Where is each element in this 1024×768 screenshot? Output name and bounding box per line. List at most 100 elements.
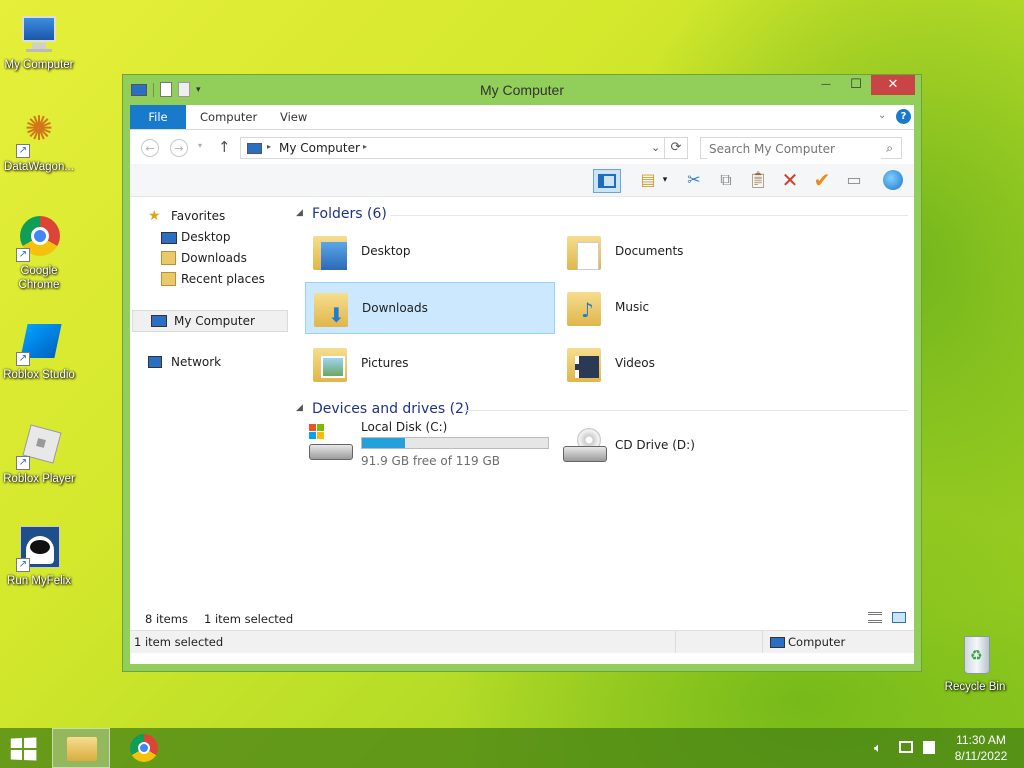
- start-button[interactable]: [10, 737, 38, 761]
- search-icon[interactable]: ⌕: [886, 141, 893, 156]
- breadcrumb-arrow-icon[interactable]: ▸: [363, 142, 367, 151]
- title-bar[interactable]: ▾ My Computer — ☐ ✕: [123, 75, 921, 105]
- desktop-icon-label: My Computer: [4, 59, 74, 71]
- drive-tile-c[interactable]: Local Disk (C:) 91.9 GB free of 119 GB: [305, 418, 555, 476]
- details-view-icon[interactable]: [868, 612, 882, 623]
- nav-network[interactable]: Network: [130, 352, 296, 372]
- desktop-icon-roblox-player[interactable]: ↗ Roblox Player: [0, 424, 78, 486]
- desktop-icon-label: Recycle Bin: [944, 681, 1006, 693]
- cut-icon[interactable]: ✂: [681, 169, 707, 191]
- maximize-button[interactable]: ☐: [841, 75, 871, 95]
- search-box[interactable]: ⌕: [700, 137, 902, 159]
- map-drive-icon[interactable]: ▭: [841, 169, 867, 191]
- action-center-icon[interactable]: [923, 741, 935, 754]
- network-icon: [148, 356, 162, 368]
- breadcrumb-separator-icon: ▸: [267, 142, 272, 151]
- recent-places-icon: [161, 272, 176, 286]
- paste-icon[interactable]: 📋︎: [745, 169, 771, 191]
- folder-tile-music[interactable]: ♪ Music: [559, 282, 809, 334]
- chrome-icon: ↗: [16, 216, 62, 262]
- drive-tile-d[interactable]: CD Drive (D:): [559, 418, 809, 476]
- downloads-icon: [161, 251, 176, 265]
- drive-usage-bar: [361, 437, 549, 449]
- desktop-icon-roblox-studio[interactable]: ↗ Roblox Studio: [0, 320, 78, 382]
- file-explorer-icon: [67, 737, 97, 761]
- folder-icon: [567, 344, 605, 384]
- computer-small-icon: [151, 315, 167, 327]
- shortcut-arrow-icon: ↗: [16, 456, 30, 470]
- folder-icon: [313, 344, 351, 384]
- shortcut-arrow-icon: ↗: [16, 352, 30, 366]
- clock-time: 11:30 AM: [956, 733, 1006, 747]
- selection-count: 1 item selected: [204, 612, 294, 626]
- folder-tile-desktop[interactable]: Desktop: [305, 226, 555, 278]
- rename-check-icon[interactable]: ✔: [809, 169, 835, 191]
- refresh-button[interactable]: ⟳: [664, 137, 688, 159]
- desktop-icon-label: DataWagon...: [4, 161, 74, 173]
- nav-favorites[interactable]: ★ Favorites: [130, 206, 296, 226]
- nav-my-computer[interactable]: My Computer: [132, 310, 288, 332]
- forward-button[interactable]: →: [170, 139, 188, 157]
- collapse-icon: ◢: [296, 403, 303, 413]
- address-dropdown-icon[interactable]: ⌄: [651, 141, 660, 154]
- folder-tile-pictures[interactable]: Pictures: [305, 338, 555, 390]
- devices-group-header[interactable]: ◢ Devices and drives (2): [296, 401, 908, 419]
- taskbar: 🔈︎ 11:30 AM 8/11/2022: [0, 728, 1024, 768]
- breadcrumb-location[interactable]: My Computer: [279, 141, 360, 155]
- computer-small-icon: [770, 637, 785, 648]
- address-row: ← → ▾ ↑ ▸ My Computer ▸ ⌄ ⟳ ⌕: [130, 130, 914, 164]
- window-client: File Computer View ⌄ ? ← → ▾ ↑ ▸ My Comp…: [130, 105, 914, 664]
- folder-tile-videos[interactable]: Videos: [559, 338, 809, 390]
- computer-icon: [16, 10, 62, 56]
- help-icon[interactable]: ?: [896, 109, 911, 124]
- network-tray-icon[interactable]: [899, 741, 913, 753]
- tab-view[interactable]: View: [280, 105, 307, 129]
- menu-dropdown-icon[interactable]: ▾: [658, 169, 672, 191]
- command-toolbar: ▤ ▾ ✂ ⧉ 📋︎ ✕ ✔ ▭: [130, 164, 914, 197]
- folder-icon: [567, 232, 605, 272]
- desktop-icon-recycle-bin[interactable]: ♻ Recycle Bin: [936, 632, 1014, 694]
- folder-tile-downloads[interactable]: ⬇ Downloads: [305, 282, 555, 334]
- expand-ribbon-icon[interactable]: ⌄: [878, 110, 886, 121]
- drive-free-space: 91.9 GB free of 119 GB: [361, 454, 500, 468]
- taskbar-chrome[interactable]: [124, 728, 164, 768]
- folder-icon: [313, 232, 351, 272]
- minimize-button[interactable]: —: [811, 75, 841, 95]
- preview-pane-icon[interactable]: [593, 169, 621, 193]
- shortcut-arrow-icon: ↗: [16, 558, 30, 572]
- nav-item-recent-places[interactable]: Recent places: [130, 269, 296, 289]
- control-panel-icon[interactable]: [880, 169, 906, 191]
- star-icon: ★: [148, 208, 161, 224]
- desktop-icon-label: Run MyFelix: [7, 575, 71, 587]
- clock-date: 8/11/2022: [954, 749, 1008, 763]
- status-selected: 1 item selected: [134, 635, 224, 649]
- folders-group-header[interactable]: ◢ Folders (6): [296, 206, 908, 224]
- delete-icon[interactable]: ✕: [777, 169, 803, 191]
- explorer-window: ▾ My Computer — ☐ ✕ File Computer View ⌄…: [122, 74, 922, 672]
- nav-item-desktop[interactable]: Desktop: [130, 227, 296, 247]
- tab-computer[interactable]: Computer: [200, 105, 257, 129]
- recent-locations-icon[interactable]: ▾: [198, 141, 202, 150]
- back-button[interactable]: ←: [141, 139, 159, 157]
- item-count: 8 items: [145, 612, 188, 626]
- clock[interactable]: 11:30 AM 8/11/2022: [948, 732, 1014, 764]
- up-button[interactable]: ↑: [218, 138, 231, 156]
- search-input[interactable]: [707, 139, 881, 159]
- address-bar[interactable]: ▸ My Computer ▸ ⌄: [240, 137, 688, 159]
- large-icons-view-icon[interactable]: [892, 612, 906, 623]
- content-pane: ◢ Folders (6) Desktop Documents ⬇ Downlo…: [296, 196, 914, 628]
- desktop-icon: [161, 232, 177, 244]
- desktop-icon-my-computer[interactable]: My Computer: [0, 10, 78, 72]
- desktop-icon-run-myfelix[interactable]: ↗ Run MyFelix: [0, 526, 78, 588]
- hard-drive-icon: [309, 424, 353, 464]
- tab-file[interactable]: File: [130, 105, 186, 129]
- close-button[interactable]: ✕: [871, 75, 915, 95]
- copy-icon[interactable]: ⧉: [713, 169, 739, 191]
- desktop-icon-chrome[interactable]: ↗ Google Chrome: [0, 216, 78, 292]
- desktop-icon-datawagon[interactable]: ✺ ↗ DataWagon...: [0, 112, 78, 174]
- folder-tile-documents[interactable]: Documents: [559, 226, 809, 278]
- taskbar-file-explorer[interactable]: [52, 728, 110, 768]
- drive-name: CD Drive (D:): [615, 438, 695, 452]
- volume-muted-icon[interactable]: 🔈︎: [874, 741, 882, 756]
- nav-item-downloads[interactable]: Downloads: [130, 248, 296, 268]
